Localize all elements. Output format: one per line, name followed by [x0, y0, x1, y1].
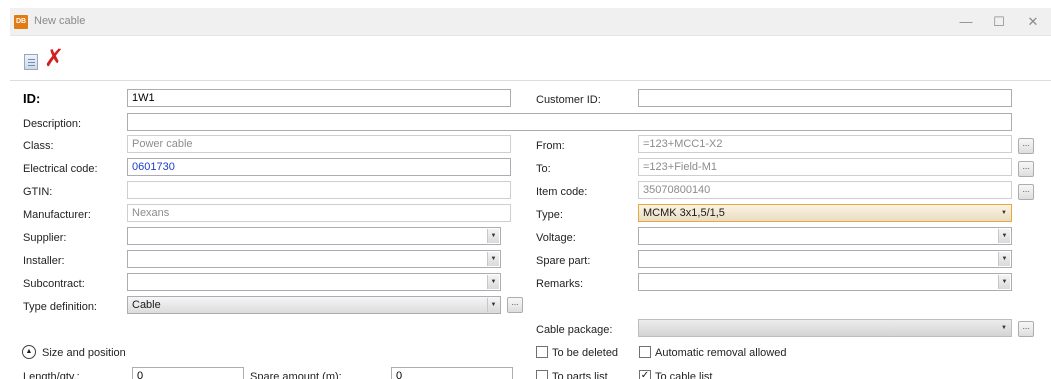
type-definition-browse-button[interactable]: ...: [507, 297, 523, 313]
cable-form: ID: 1W1 Description: Class: Power cable …: [10, 80, 1051, 379]
spare-part-label: Spare part:: [536, 255, 591, 267]
item-code-browse-button[interactable]: ...: [1018, 184, 1034, 200]
document-icon[interactable]: [24, 54, 38, 70]
app-db-icon: DB: [14, 15, 28, 29]
to-label: To:: [536, 163, 551, 175]
to-parts-list-checkbox[interactable]: [536, 370, 548, 379]
cable-package-browse-button[interactable]: ...: [1018, 321, 1034, 337]
chevron-down-icon[interactable]: ▼: [998, 321, 1010, 335]
spare-amount-field[interactable]: 0: [391, 367, 513, 379]
to-be-deleted-checkbox[interactable]: [536, 346, 548, 358]
close-window-button[interactable]: ✕: [1025, 14, 1041, 30]
supplier-label: Supplier:: [23, 232, 67, 244]
installer-label: Installer:: [23, 255, 65, 267]
remarks-label: Remarks:: [536, 278, 584, 290]
chevron-down-icon[interactable]: ▼: [998, 252, 1010, 266]
expand-collapse-icon[interactable]: ▲: [22, 345, 36, 359]
customer-id-label: Customer ID:: [536, 94, 601, 106]
item-code-label: Item code:: [536, 186, 588, 198]
manufacturer-field[interactable]: Nexans: [127, 204, 511, 222]
to-browse-button[interactable]: ...: [1018, 161, 1034, 177]
subcontract-dropdown[interactable]: ▼: [127, 273, 501, 291]
class-field[interactable]: Power cable: [127, 135, 511, 153]
voltage-label: Voltage:: [536, 232, 576, 244]
description-label: Description:: [23, 118, 82, 130]
manufacturer-label: Manufacturer:: [23, 209, 91, 221]
cable-package-label: Cable package:: [536, 324, 613, 336]
to-field[interactable]: =123+Field-M1: [638, 158, 1012, 176]
chevron-down-icon[interactable]: ▼: [487, 229, 499, 243]
type-definition-label: Type definition:: [23, 301, 97, 313]
type-definition-value: Cable: [132, 299, 161, 311]
description-field[interactable]: [127, 113, 1012, 131]
type-dropdown[interactable]: MCMK 3x1,5/1,5 ▼: [638, 204, 1012, 222]
class-label: Class:: [23, 140, 54, 152]
chevron-down-icon[interactable]: ▼: [487, 298, 499, 312]
length-qty-label: Length/qty.:: [23, 371, 80, 379]
gtin-field[interactable]: [127, 181, 511, 199]
id-label: ID:: [23, 91, 41, 106]
maximize-button[interactable]: ☐: [991, 14, 1007, 30]
to-cable-list-label[interactable]: To cable list: [655, 371, 712, 379]
type-definition-dropdown[interactable]: Cable ▼: [127, 296, 501, 314]
remarks-dropdown[interactable]: ▼: [638, 273, 1012, 291]
chevron-down-icon[interactable]: ▼: [998, 229, 1010, 243]
chevron-down-icon[interactable]: ▼: [998, 275, 1010, 289]
to-cable-list-checkbox[interactable]: ✓: [639, 370, 651, 379]
size-and-position-label[interactable]: Size and position: [42, 347, 126, 359]
toolbar: ✗: [10, 37, 1051, 79]
title-bar[interactable]: DB New cable — ☐ ✕: [10, 8, 1051, 36]
gtin-label: GTIN:: [23, 186, 53, 198]
item-code-field[interactable]: 35070800140: [638, 181, 1012, 199]
electrical-code-field[interactable]: 0601730: [127, 158, 511, 176]
minimize-button[interactable]: —: [958, 14, 974, 30]
supplier-dropdown[interactable]: ▼: [127, 227, 501, 245]
type-value: MCMK 3x1,5/1,5: [643, 207, 725, 219]
installer-dropdown[interactable]: ▼: [127, 250, 501, 268]
delete-x-icon[interactable]: ✗: [44, 47, 64, 71]
to-be-deleted-label[interactable]: To be deleted: [552, 347, 618, 359]
customer-id-field[interactable]: [638, 89, 1012, 107]
chevron-down-icon[interactable]: ▼: [487, 252, 499, 266]
from-field[interactable]: =123+MCC1-X2: [638, 135, 1012, 153]
voltage-dropdown[interactable]: ▼: [638, 227, 1012, 245]
window-title: New cable: [34, 15, 86, 27]
chevron-down-icon[interactable]: ▼: [998, 206, 1010, 220]
spare-part-dropdown[interactable]: ▼: [638, 250, 1012, 268]
from-browse-button[interactable]: ...: [1018, 138, 1034, 154]
type-label: Type:: [536, 209, 563, 221]
subcontract-label: Subcontract:: [23, 278, 85, 290]
spare-amount-label: Spare amount (m):: [250, 371, 342, 379]
new-cable-window: DB New cable — ☐ ✕ ✗ ID: 1W1 Description…: [0, 0, 1051, 379]
chevron-down-icon[interactable]: ▼: [487, 275, 499, 289]
electrical-code-label: Electrical code:: [23, 163, 98, 175]
automatic-removal-label[interactable]: Automatic removal allowed: [655, 347, 786, 359]
automatic-removal-checkbox[interactable]: [639, 346, 651, 358]
length-qty-field[interactable]: 0: [132, 367, 244, 379]
from-label: From:: [536, 140, 565, 152]
cable-package-dropdown[interactable]: ▼: [638, 319, 1012, 337]
id-field[interactable]: 1W1: [127, 89, 511, 107]
to-parts-list-label[interactable]: To parts list: [552, 371, 608, 379]
